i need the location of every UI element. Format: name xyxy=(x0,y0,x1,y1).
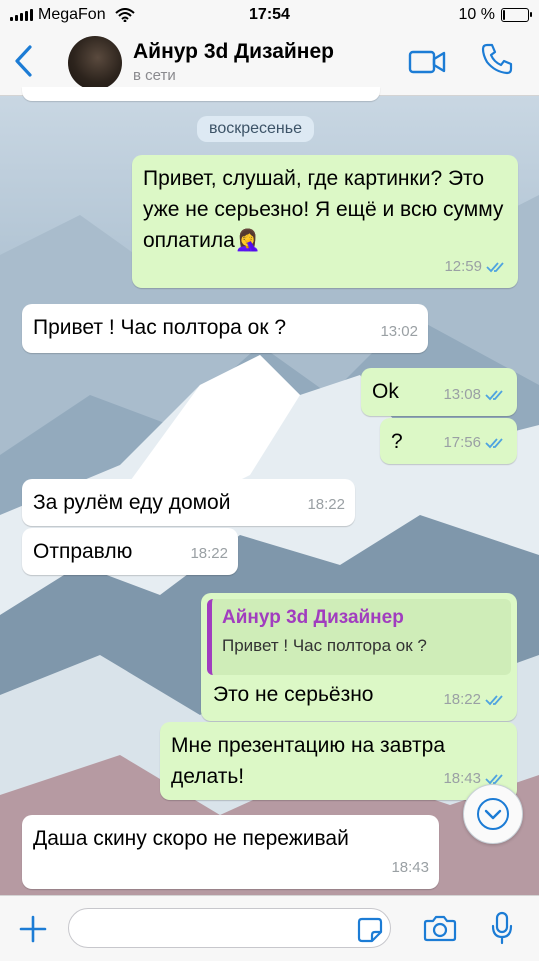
message-meta: 18:22 xyxy=(443,684,507,715)
message-bubble-incoming[interactable]: Привет ! Час полтора ок ? 13:02 xyxy=(22,304,428,353)
battery-icon xyxy=(501,8,532,22)
sticker-icon[interactable] xyxy=(357,917,383,943)
message-time: 18:22 xyxy=(307,496,345,513)
message-text: ? xyxy=(391,430,403,453)
message-meta: 18:22 xyxy=(307,489,345,520)
message-text: За рулём еду домой xyxy=(33,491,231,514)
message-meta: 12:59 xyxy=(444,251,508,282)
contact-status: в сети xyxy=(133,67,176,84)
message-text: Это не серьёзно xyxy=(213,683,374,706)
message-meta: 13:02 xyxy=(380,316,418,347)
battery-percent: 10 % xyxy=(458,6,495,23)
back-arrow-icon[interactable] xyxy=(12,44,36,78)
message-time: 12:59 xyxy=(444,258,482,275)
message-text: Даша скину скоро не переживай xyxy=(33,827,349,850)
date-separator: воскресенье xyxy=(197,116,314,142)
microphone-icon[interactable] xyxy=(490,911,514,945)
status-bar: MegaFon 17:54 10 % xyxy=(0,0,539,30)
double-check-icon xyxy=(485,773,503,784)
message-text: Отправлю xyxy=(33,540,133,563)
message-bubble-outgoing[interactable]: ? 17:56 xyxy=(380,418,517,464)
quoted-text: Привет ! Час полтора ок ? xyxy=(222,636,427,655)
video-call-icon[interactable] xyxy=(408,49,446,75)
message-time: 18:22 xyxy=(443,691,481,708)
chevron-down-icon xyxy=(477,798,509,830)
phone-icon[interactable] xyxy=(480,42,514,76)
message-text: Привет ! Час полтора ок ? xyxy=(33,316,287,339)
message-list[interactable]: воскресенье Привет, слушай, где картинки… xyxy=(0,87,539,895)
message-bubble-incoming[interactable]: Отправлю 18:22 xyxy=(22,528,238,575)
message-time: 17:56 xyxy=(443,434,481,451)
quoted-author: Айнур 3d Дизайнер xyxy=(222,607,404,628)
scroll-to-bottom-button[interactable] xyxy=(463,784,523,844)
message-time: 13:02 xyxy=(380,323,418,340)
quoted-message[interactable]: Айнур 3d Дизайнер Привет ! Час полтора о… xyxy=(207,599,511,675)
message-input[interactable] xyxy=(68,908,391,948)
message-meta: 18:43 xyxy=(391,852,429,883)
message-bubble-outgoing[interactable]: Привет, слушай, где картинки? Это уже не… xyxy=(132,155,518,288)
double-check-icon xyxy=(485,389,503,400)
message-text: Ok xyxy=(372,380,399,403)
message-time: 13:08 xyxy=(443,386,481,403)
message-meta: 17:56 xyxy=(443,427,507,458)
contact-name[interactable]: Айнур 3d Дизайнер xyxy=(133,40,334,64)
message-time: 18:22 xyxy=(190,545,228,562)
message-meta: 13:08 xyxy=(443,379,507,410)
camera-icon[interactable] xyxy=(423,914,457,942)
avatar[interactable] xyxy=(68,36,122,90)
message-time: 18:43 xyxy=(391,859,429,876)
message-bubble-outgoing[interactable]: Ok 13:08 xyxy=(361,368,517,416)
message-bubble-incoming[interactable]: Даша скину скоро не переживай 18:43 xyxy=(22,815,439,889)
message-bubble-outgoing-reply[interactable]: Айнур 3d Дизайнер Привет ! Час полтора о… xyxy=(201,593,517,721)
message-text: Привет, слушай, где картинки? Это уже не… xyxy=(143,167,504,252)
double-check-icon xyxy=(486,261,504,272)
previous-message-bubble xyxy=(22,87,380,101)
battery: 10 % xyxy=(458,6,532,24)
plus-icon[interactable] xyxy=(19,915,47,943)
composer-bar xyxy=(0,895,539,961)
message-bubble-incoming[interactable]: За рулём еду домой 18:22 xyxy=(22,479,355,526)
double-check-icon xyxy=(485,437,503,448)
message-meta: 18:22 xyxy=(190,538,228,569)
double-check-icon xyxy=(485,694,503,705)
message-text: Мне презентацию на завтра делать! xyxy=(171,734,446,788)
